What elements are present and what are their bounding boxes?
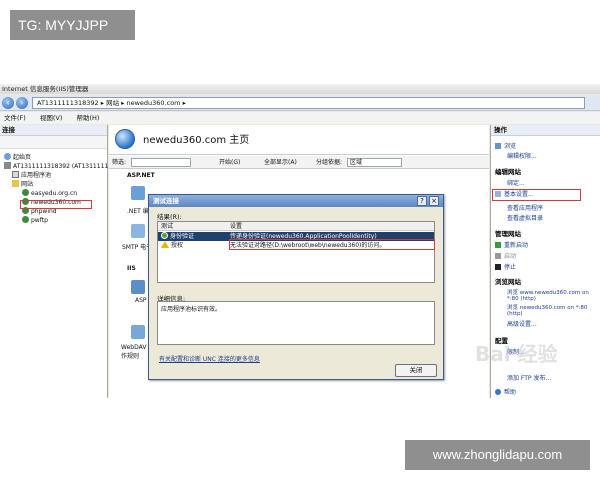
connections-pane: 连接 起始页 AT1311111318392 (AT1311111 应用程序池 … xyxy=(0,125,108,398)
dialog-title: 测试连接 xyxy=(149,195,443,207)
tree-item-app-pools[interactable]: 应用程序池 xyxy=(12,171,51,180)
action-start[interactable]: 启动 xyxy=(495,253,516,261)
menu-bar: 文件(F) 视图(V) 帮助(H) xyxy=(0,112,600,124)
smtp-icon[interactable] xyxy=(131,224,145,238)
highlight-authorization-row xyxy=(229,239,435,250)
action-add-ftp[interactable]: 添加 FTP 发布... xyxy=(507,375,551,383)
action-help[interactable]: 帮助 xyxy=(495,389,516,397)
col-setting-header[interactable]: 设置 xyxy=(230,222,242,231)
home-icon xyxy=(4,153,11,160)
help-icon xyxy=(495,389,501,395)
tree-item-start-page[interactable]: 起始页 xyxy=(4,153,31,162)
tree-item-sites[interactable]: 网站 xyxy=(12,180,33,189)
folder-icon xyxy=(12,180,19,187)
results-label: 结果(R): xyxy=(157,213,182,221)
action-edit-permissions[interactable]: 编辑权限... xyxy=(507,153,537,161)
browse-icon xyxy=(495,143,501,149)
highlight-basic-settings xyxy=(492,189,581,201)
group-by-select[interactable]: 区域 xyxy=(347,158,402,167)
group-aspnet: ASP.NET xyxy=(127,172,155,179)
results-grid: 测试 设置 身份验证 传递身份验证(newedu360.ApplicationP… xyxy=(157,221,435,283)
dialog-help-button[interactable]: ? xyxy=(417,196,427,206)
group-iis: IIS xyxy=(127,265,136,272)
action-stop[interactable]: 停止 xyxy=(495,264,516,272)
details-box: 应用程序池标识有效。 xyxy=(157,301,435,345)
site-globe-icon xyxy=(22,189,29,196)
tree-item-server[interactable]: AT1311111318392 (AT1311111 xyxy=(4,162,108,171)
site-globe-icon xyxy=(115,129,135,149)
tree-item-easyedu[interactable]: easyedu.org.cn xyxy=(22,189,77,198)
page-title: newedu360.com 主页 xyxy=(143,135,250,146)
back-icon[interactable]: ‹ xyxy=(2,97,14,109)
connections-header: 连接 xyxy=(0,125,107,136)
actions-header: 操作 xyxy=(491,125,600,136)
action-advanced-settings[interactable]: 高级设置... xyxy=(507,321,537,329)
action-browse-root[interactable]: 浏览 newedu360.com on *:80 (http) xyxy=(507,305,599,317)
group-by-label: 分组依据: xyxy=(316,159,343,166)
address-bar: ‹ › AT1311111318392 ▸ 网站 ▸ newedu360.com… xyxy=(0,95,600,111)
start-button[interactable]: 开始(G) xyxy=(219,156,240,169)
action-browse-www[interactable]: 浏览 www.newedu360.com on *:80 (http) xyxy=(507,290,599,302)
connections-toolbar xyxy=(0,136,107,149)
watermark-bottom-right: www.zhonglidapu.com xyxy=(405,440,590,470)
filter-label: 筛选: xyxy=(112,159,127,166)
results-grid-header: 测试 设置 xyxy=(158,222,434,231)
asp-icon[interactable] xyxy=(131,280,145,294)
success-icon xyxy=(161,232,168,239)
unc-help-link[interactable]: 有关配置和诊断 UNC 连接的更多信息 xyxy=(159,354,260,363)
menu-view[interactable]: 视图(V) xyxy=(40,114,63,122)
address-path[interactable]: AT1311111318392 ▸ 网站 ▸ newedu360.com ▸ xyxy=(32,97,585,109)
test-connection-dialog: 测试连接 ? × 结果(R): 测试 设置 身份验证 传递身份验证(newedu… xyxy=(148,194,444,380)
net-feature-label: .NET 编 xyxy=(127,208,149,215)
section-browse-site: 浏览网站 xyxy=(495,278,521,286)
net-feature-icon[interactable] xyxy=(131,186,145,200)
forward-icon[interactable]: › xyxy=(16,97,28,109)
server-icon xyxy=(4,162,11,169)
show-all-button[interactable]: 全部显示(A) xyxy=(264,156,297,169)
menu-help[interactable]: 帮助(H) xyxy=(77,114,100,122)
action-restart[interactable]: 重新启动 xyxy=(495,242,528,250)
webdav-icon[interactable] xyxy=(131,325,145,339)
highlight-site-node xyxy=(20,200,92,209)
action-view-apps[interactable]: 查看应用程序 xyxy=(507,205,543,213)
section-edit-site: 编辑网站 xyxy=(495,168,521,176)
tree-item-pwftp[interactable]: pwftp xyxy=(22,216,48,225)
section-manage-site: 管理网站 xyxy=(495,230,521,238)
watermark-top-left: TG: MYYJJPP xyxy=(10,10,135,40)
site-globe-icon xyxy=(22,216,29,223)
asp-label: ASP xyxy=(135,297,147,304)
filter-input[interactable] xyxy=(131,158,191,167)
action-browse[interactable]: 浏览 xyxy=(495,143,516,151)
window-title: Internet 信息服务(IIS)管理器 xyxy=(0,84,600,94)
filter-bar: 筛选: 开始(G) 全部显示(A) 分组依据: 区域 xyxy=(109,156,489,169)
warning-icon xyxy=(161,241,169,248)
stop-icon xyxy=(495,264,501,270)
app-pool-icon xyxy=(12,171,19,178)
col-test-header[interactable]: 测试 xyxy=(161,222,173,231)
menu-file[interactable]: 文件(F) xyxy=(4,114,26,122)
action-bindings[interactable]: 绑定... xyxy=(507,180,525,188)
action-view-vdirs[interactable]: 查看虚拟目录 xyxy=(507,215,543,223)
dialog-close-icon[interactable]: × xyxy=(429,196,439,206)
close-button[interactable]: 关闭 xyxy=(395,364,437,377)
baidu-watermark: Bai 经验 xyxy=(475,342,558,366)
restart-icon xyxy=(495,242,501,248)
play-icon xyxy=(495,253,501,259)
